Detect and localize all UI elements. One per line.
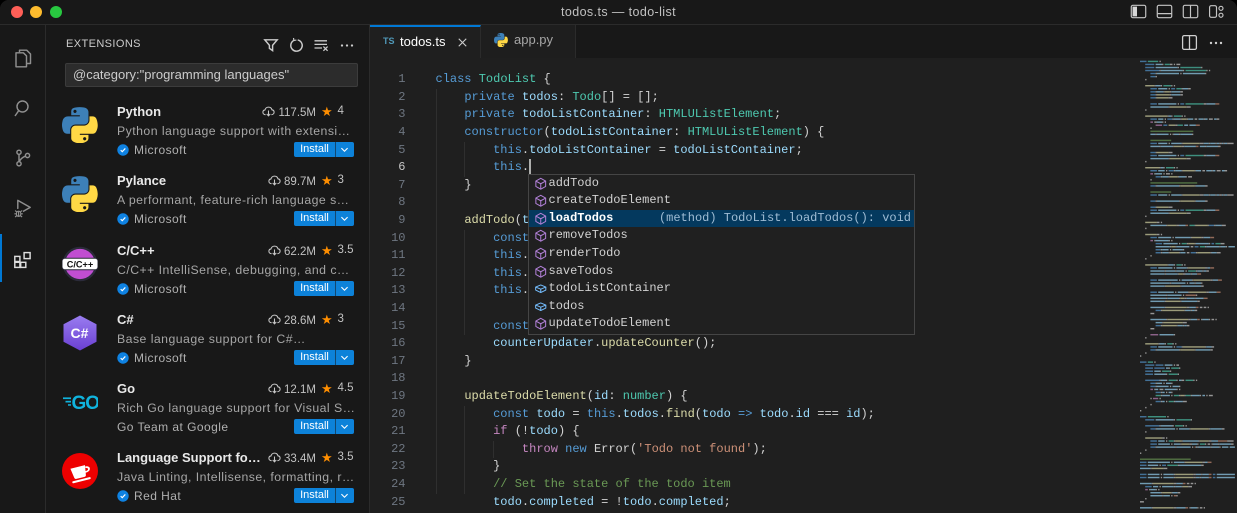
svg-text:C/C++: C/C++ [67, 260, 94, 270]
svg-text:GO: GO [72, 393, 99, 414]
svg-text:C#: C# [71, 325, 89, 341]
